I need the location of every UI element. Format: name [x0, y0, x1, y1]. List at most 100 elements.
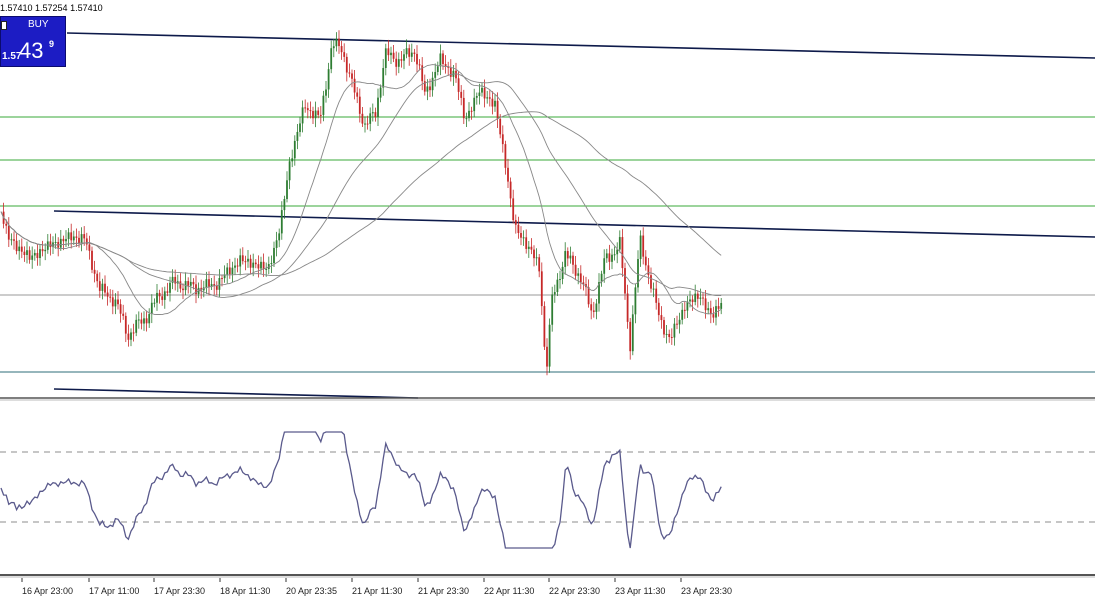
candle-body — [33, 252, 36, 256]
candle-body — [244, 261, 247, 263]
candle-body — [696, 293, 699, 299]
candle-body — [109, 296, 112, 298]
candle-body — [483, 87, 486, 99]
one-click-trade-panel[interactable]: BUY 1.57 43 9 — [0, 16, 66, 67]
candle-body — [660, 315, 663, 321]
trendline-middle — [53, 210, 1095, 238]
candle-body — [663, 320, 665, 335]
candle-body — [439, 53, 442, 67]
candle-body — [124, 315, 127, 334]
candle-body — [208, 279, 210, 287]
candle-body — [494, 100, 496, 107]
candle-body — [574, 264, 577, 276]
candle-body — [280, 210, 283, 234]
candle-body — [709, 308, 712, 315]
candle-body — [681, 309, 684, 320]
price-chart: 16 Apr 23:00 17 Apr 11:00 17 Apr 23:30 18 A… — [0, 30, 1095, 596]
candle-body — [26, 250, 28, 255]
candle-body — [228, 267, 231, 275]
oscillator-line — [0, 431, 722, 549]
candle-body — [522, 237, 525, 239]
time-axis: 16 Apr 23:00 17 Apr 11:00 17 Apr 23:30 18 A… — [21, 578, 732, 596]
candle-body — [491, 98, 494, 107]
candle-body — [569, 255, 572, 259]
candle-body — [106, 292, 109, 297]
candle-body — [358, 96, 361, 114]
time-axis-label: 20 Apr 23:35 — [286, 586, 337, 596]
candle-body — [83, 234, 86, 239]
candle-body — [317, 110, 320, 115]
candle-body — [676, 323, 678, 325]
candle-body — [647, 265, 650, 276]
candle-body — [590, 304, 593, 311]
candle-body — [618, 237, 621, 250]
candle-body — [387, 48, 390, 56]
candle-body — [312, 111, 314, 119]
candle-body — [127, 333, 130, 340]
candle-body — [275, 240, 278, 248]
moving-average-fast — [0, 64, 722, 316]
candle-body — [556, 279, 559, 293]
candle-body — [93, 269, 96, 274]
candle-body — [221, 278, 223, 280]
candle-body — [163, 291, 166, 300]
candle-body — [374, 112, 377, 117]
candle-body — [535, 257, 538, 259]
candle-body — [286, 180, 288, 200]
candle-body — [631, 314, 634, 352]
candle-body — [514, 220, 517, 225]
buy-button[interactable]: BUY — [28, 19, 49, 30]
candle-body — [434, 71, 437, 78]
candle-body — [343, 52, 346, 57]
candle-body — [540, 271, 543, 307]
candle-body — [283, 199, 286, 211]
candle-body — [683, 309, 686, 311]
candle-body — [5, 223, 8, 226]
candle-body — [252, 262, 255, 268]
candle-body — [231, 267, 234, 275]
candle-body — [273, 247, 275, 264]
candle-body — [254, 262, 257, 265]
candle-body — [488, 97, 491, 99]
candle-body — [460, 91, 463, 98]
candle-body — [621, 237, 624, 269]
candle-body — [75, 236, 78, 238]
candle-body — [215, 285, 218, 290]
time-axis-label: 18 Apr 11:30 — [220, 586, 270, 596]
candle-body — [148, 314, 151, 324]
candle-body — [226, 267, 229, 275]
candle-body — [265, 268, 268, 270]
candle-body — [426, 86, 429, 92]
candle-body — [720, 302, 723, 309]
panel-checkbox[interactable] — [1, 21, 7, 30]
trendline-lower — [53, 388, 419, 399]
candle-body — [39, 249, 41, 259]
price-big-digits: 43 — [19, 38, 44, 63]
time-axis-label: 16 Apr 23:00 — [22, 586, 73, 596]
candle-body — [15, 240, 18, 252]
candle-body — [122, 313, 125, 316]
candle-body — [340, 46, 343, 53]
candle-body — [96, 273, 99, 282]
candle-body — [166, 291, 169, 293]
candle-body — [260, 261, 262, 269]
candle-body — [525, 237, 528, 249]
candle-body — [652, 288, 655, 290]
candle-body — [189, 281, 192, 286]
candle-body — [517, 224, 520, 234]
candle-body — [468, 110, 470, 119]
candle-body — [382, 67, 385, 88]
candle-body — [390, 52, 392, 56]
candle-body — [478, 92, 481, 97]
candle-body — [13, 239, 15, 241]
candle-body — [135, 319, 138, 333]
candle-body — [475, 96, 478, 98]
candle-body — [553, 292, 556, 295]
candle-body — [291, 158, 294, 162]
candle-body — [80, 234, 83, 244]
time-axis-label: 23 Apr 23:30 — [681, 586, 732, 596]
time-axis-label: 21 Apr 23:30 — [418, 586, 469, 596]
candle-body — [496, 100, 499, 120]
candle-body — [634, 287, 637, 315]
candle-body — [520, 233, 522, 238]
